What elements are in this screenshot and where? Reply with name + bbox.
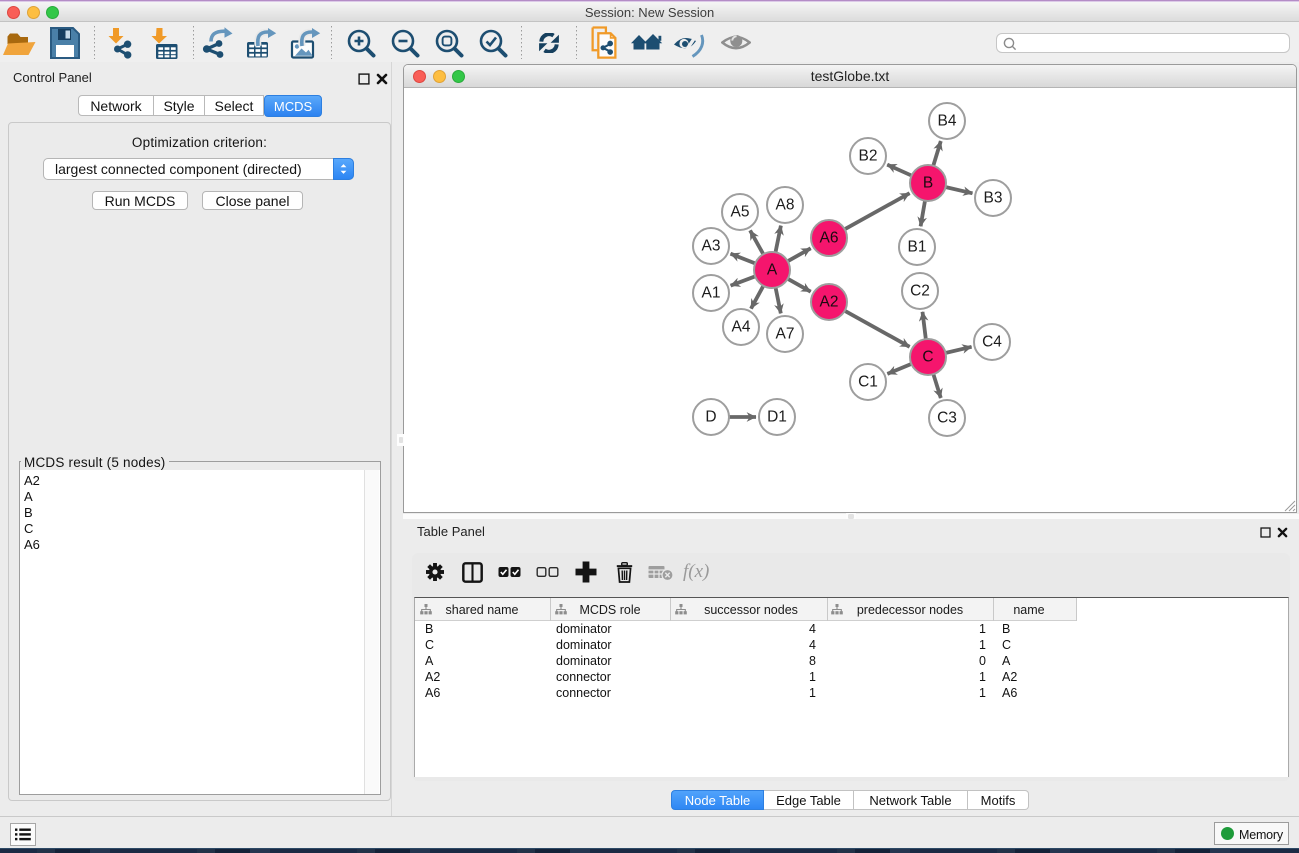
svg-text:A3: A3 <box>702 238 721 255</box>
svg-text:A4: A4 <box>732 319 751 336</box>
svg-text:A7: A7 <box>776 326 795 343</box>
svg-text:A6: A6 <box>820 230 839 247</box>
svg-text:C1: C1 <box>858 374 878 391</box>
svg-text:A8: A8 <box>776 197 795 214</box>
svg-text:D: D <box>705 409 716 426</box>
svg-text:C4: C4 <box>982 334 1002 351</box>
svg-text:C: C <box>922 349 933 366</box>
svg-text:A5: A5 <box>731 204 750 221</box>
svg-text:A: A <box>767 262 778 279</box>
svg-text:B4: B4 <box>938 113 957 130</box>
svg-text:A2: A2 <box>820 294 839 311</box>
svg-text:D1: D1 <box>767 409 787 426</box>
svg-text:B: B <box>923 175 933 192</box>
svg-text:B1: B1 <box>908 239 927 256</box>
svg-text:C3: C3 <box>937 410 957 427</box>
svg-text:B2: B2 <box>859 148 878 165</box>
svg-text:A1: A1 <box>702 285 721 302</box>
svg-text:B3: B3 <box>984 190 1003 207</box>
svg-text:C2: C2 <box>910 283 930 300</box>
